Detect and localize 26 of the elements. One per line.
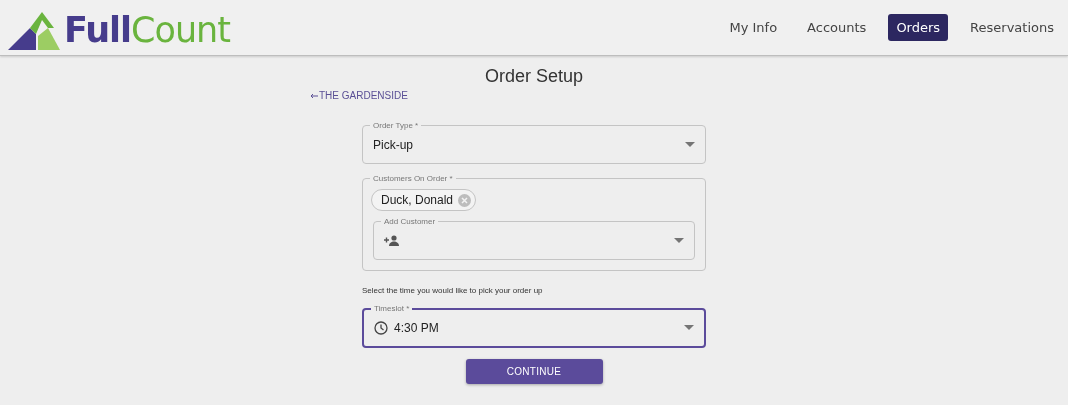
back-link[interactable]: THE GARDENSIDE [310, 90, 408, 101]
clock-icon [374, 320, 388, 335]
dropdown-caret-icon [684, 325, 694, 330]
dropdown-caret-icon [685, 142, 695, 147]
nav-tab[interactable]: Orders [888, 14, 949, 41]
field-label: Order Type * [372, 121, 420, 130]
order-type-select[interactable]: Order Type * Pick-up [362, 121, 706, 164]
field-label: Customers On Order * [372, 174, 454, 183]
nav-tab[interactable]: My Info [721, 14, 786, 41]
nav-tab[interactable]: Accounts [799, 14, 875, 41]
page-title: Order Setup [484, 66, 584, 87]
add-person-icon [384, 235, 400, 246]
hint-text: Select the time you would like to pick your order up [362, 286, 544, 295]
nav-tab[interactable]: Reservations [962, 14, 1062, 41]
customer-chip[interactable]: Duck, Donald [371, 189, 477, 211]
select-value: Pick-up [373, 137, 413, 152]
timeslot-select[interactable]: Timeslot * 4:30 PM [362, 304, 706, 348]
arrow-left-icon [310, 92, 318, 99]
remove-icon[interactable] [458, 193, 472, 207]
field-label: Add Customer [383, 217, 437, 226]
select-value: 4:30 PM [394, 320, 439, 335]
continue-button[interactable]: CONTINUE [465, 359, 603, 384]
dropdown-caret-icon [674, 238, 684, 243]
logo-wordmark: FullCount [64, 9, 231, 50]
add-customer-select[interactable]: Add Customer [373, 217, 695, 260]
field-label: Timeslot * [373, 304, 411, 313]
